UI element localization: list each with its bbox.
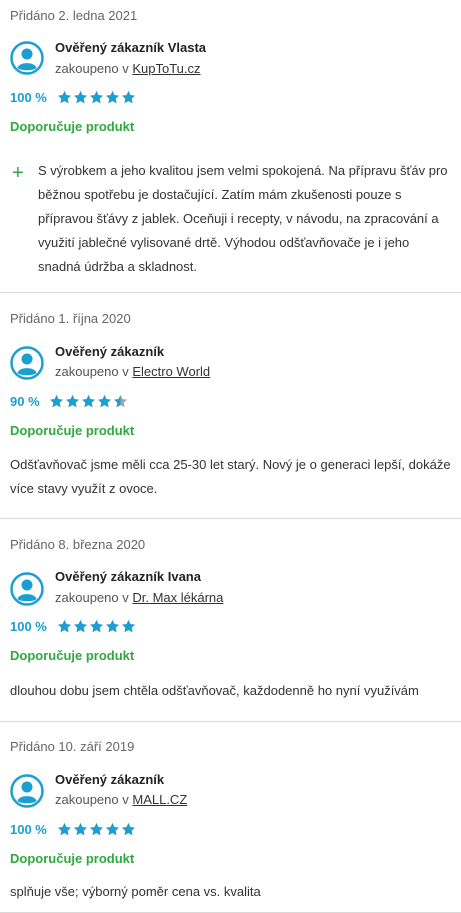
- review-text: dlouhou dobu jsem chtěla odšťavňovač, ka…: [10, 683, 419, 698]
- rating-stars: [49, 394, 128, 409]
- reviewer-name: Ověřený zákazník: [55, 344, 165, 359]
- review-text: Odšťavňovač jsme měli cca 25-30 let star…: [10, 457, 451, 496]
- star-full-icon: [98, 394, 111, 408]
- review-card: Přidáno 1. října 2020 Ověřený zákazník z…: [0, 292, 461, 519]
- shop-link[interactable]: MALL.CZ: [132, 792, 187, 807]
- star-full-icon: [58, 619, 71, 633]
- star-full-icon: [106, 619, 119, 633]
- star-full-icon: [66, 394, 79, 408]
- purchase-prefix: zakoupeno v: [55, 590, 129, 605]
- review-text: splňuje vše; výborný poměr cena vs. kval…: [10, 884, 261, 899]
- star-full-icon: [82, 394, 95, 408]
- star-half-icon: [114, 394, 127, 408]
- star-full-icon: [74, 822, 87, 836]
- star-full-icon: [74, 619, 87, 633]
- star-full-icon: [58, 822, 71, 836]
- rating-percent: 100 %: [10, 90, 47, 105]
- user-avatar-icon: [10, 572, 44, 606]
- review-text: S výrobkem a jeho kvalitou jsem velmi sp…: [38, 163, 448, 274]
- purchase-prefix: zakoupeno v: [55, 61, 129, 76]
- purchase-prefix: zakoupeno v: [55, 792, 129, 807]
- review-date: Přidáno 8. března 2020: [10, 537, 146, 552]
- review-date: Přidáno 10. září 2019: [10, 739, 135, 754]
- purchase-source: zakoupeno v MALL.CZ: [55, 792, 187, 807]
- star-full-icon: [90, 619, 103, 633]
- purchase-prefix: zakoupeno v: [55, 364, 129, 379]
- rating-stars: [57, 90, 136, 105]
- star-full-icon: [90, 822, 103, 836]
- shop-link[interactable]: KupToTu.cz: [132, 61, 200, 76]
- star-full-icon: [50, 394, 63, 408]
- star-full-icon: [122, 90, 135, 104]
- star-full-icon: [74, 90, 87, 104]
- review-card: Přidáno 2. ledna 2021 Ověřený zákazník V…: [0, 0, 461, 293]
- star-full-icon: [58, 90, 71, 104]
- rating-percent: 90 %: [10, 394, 40, 409]
- reviewer-name: Ověřený zákazník: [55, 772, 165, 787]
- user-avatar-icon: [10, 41, 44, 75]
- star-full-icon: [122, 619, 135, 633]
- shop-link[interactable]: Dr. Max lékárna: [132, 590, 223, 605]
- purchase-source: zakoupeno v Dr. Max lékárna: [55, 590, 223, 605]
- reviewer-name: Ověřený zákazník Vlasta: [55, 40, 207, 55]
- recommend-label: Doporučuje produkt: [10, 119, 135, 134]
- rating-stars: [57, 619, 136, 634]
- rating-stars: [57, 822, 136, 837]
- review-card: Přidáno 8. března 2020 Ověřený zákazník …: [0, 518, 461, 722]
- shop-link[interactable]: Electro World: [132, 364, 210, 379]
- recommend-label: Doporučuje produkt: [10, 423, 135, 438]
- user-avatar-icon: [10, 346, 44, 380]
- star-full-icon: [106, 822, 119, 836]
- review-card: Přidáno 10. září 2019 Ověřený zákazník z…: [0, 721, 461, 913]
- recommend-label: Doporučuje produkt: [10, 648, 135, 663]
- rating-percent: 100 %: [10, 619, 47, 634]
- reviewer-name: Ověřený zákazník Ivana: [55, 569, 201, 584]
- star-full-icon: [122, 822, 135, 836]
- user-avatar-icon: [10, 774, 44, 808]
- star-full-icon: [90, 90, 103, 104]
- plus-icon: +: [12, 162, 24, 184]
- review-date: Přidáno 2. ledna 2021: [10, 8, 138, 23]
- star-full-icon: [106, 90, 119, 104]
- purchase-source: zakoupeno v KupToTu.cz: [55, 61, 201, 76]
- review-date: Přidáno 1. října 2020: [10, 311, 131, 326]
- recommend-label: Doporučuje produkt: [10, 851, 135, 866]
- rating-percent: 100 %: [10, 822, 47, 837]
- purchase-source: zakoupeno v Electro World: [55, 364, 210, 379]
